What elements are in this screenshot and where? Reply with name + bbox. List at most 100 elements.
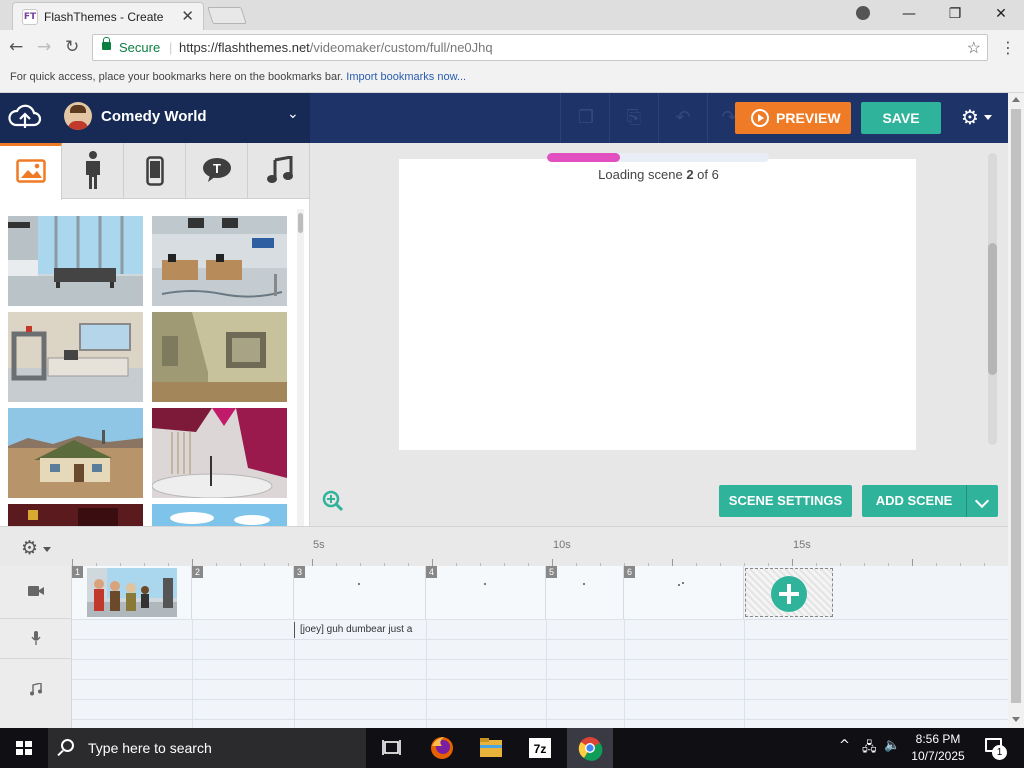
windows-start-icon[interactable]	[16, 741, 32, 755]
add-scene-button[interactable]: ADD SCENE	[862, 485, 966, 517]
url-path: /videomaker/custom/full/ne0Jhq	[309, 40, 493, 55]
task-view-icon[interactable]	[378, 734, 406, 762]
chevron-down-icon[interactable]: ⌄	[287, 106, 299, 122]
timeline-settings-chevron-icon[interactable]	[43, 547, 51, 552]
timeline-scene[interactable]: 5	[546, 566, 624, 619]
settings-gear-icon[interactable]: ⚙	[961, 105, 979, 129]
background-thumbnail[interactable]	[8, 408, 143, 498]
track-divider	[72, 639, 1008, 640]
tab-props[interactable]	[124, 143, 186, 199]
loading-middle: of	[693, 167, 712, 182]
copy-icon[interactable]: ❐	[575, 108, 597, 128]
scene-settings-button[interactable]: SCENE SETTINGS	[719, 485, 852, 517]
timeline-tracks: 1 2 3 4 5 6 [joey] guh dumbear just a	[72, 566, 1008, 728]
reload-icon[interactable]: ↻	[65, 37, 79, 57]
import-bookmarks-link[interactable]: Import bookmarks now...	[346, 71, 466, 83]
forward-arrow-icon[interactable]: →	[37, 37, 51, 57]
taskbar-search-box[interactable]: Type here to search	[48, 728, 366, 768]
timeline-scene[interactable]: 4	[426, 566, 546, 619]
background-thumbnail[interactable]	[8, 216, 143, 306]
timeline-scene[interactable]: 3	[294, 566, 426, 619]
scene-divider	[192, 619, 193, 728]
window-close-icon[interactable]: ✕	[978, 0, 1024, 28]
address-bar[interactable]: Secure | https://flashthemes.net/videoma…	[92, 34, 988, 61]
windows-taskbar: Type here to search 7z ^ 🖧 🔈 8:56 PM 10/…	[0, 728, 1024, 768]
new-tab-button[interactable]	[207, 7, 247, 24]
theme-avatar[interactable]	[64, 102, 92, 130]
tray-chevron-up-icon[interactable]: ^	[839, 738, 850, 753]
background-thumbnail[interactable]	[152, 216, 287, 306]
track-divider	[72, 679, 1008, 680]
minimize-icon[interactable]: —	[886, 0, 932, 28]
bookmarks-bar: For quick access, place your bookmarks h…	[0, 66, 1024, 93]
stage-scroll-thumb[interactable]	[988, 243, 997, 375]
browser-menu-icon[interactable]: ⋮	[1000, 38, 1016, 57]
timeline-scene[interactable]: 2	[192, 566, 294, 619]
background-thumbnail[interactable]	[152, 408, 287, 498]
url-text[interactable]: https://flashthemes.net/videomaker/custo…	[179, 40, 493, 55]
page-scroll-thumb[interactable]	[1011, 109, 1021, 703]
background-thumbnail[interactable]	[152, 504, 287, 526]
timeline-scene[interactable]: 1	[72, 566, 192, 619]
browser-tab-strip: FT FlashThemes - Create ✕ — ❐ ✕	[0, 0, 1024, 30]
music-note-icon	[267, 156, 293, 183]
preview-button[interactable]: PREVIEW	[735, 102, 851, 134]
stage-scrollbar[interactable]	[988, 153, 997, 445]
current-scene-number: 2	[686, 167, 694, 182]
timeline-settings-gear-icon[interactable]: ⚙	[21, 537, 38, 559]
undo-icon[interactable]: ↶	[672, 108, 694, 128]
background-thumbnail[interactable]	[152, 312, 287, 402]
tab-characters[interactable]	[62, 143, 124, 199]
zoom-in-icon[interactable]	[322, 490, 344, 512]
tab-backgrounds[interactable]	[0, 143, 62, 200]
save-button[interactable]: SAVE	[861, 102, 941, 134]
asset-scroll-thumb[interactable]	[298, 213, 303, 233]
background-thumbnail[interactable]	[8, 312, 143, 402]
browser-toolbar: ← → ↻ Secure | https://flashthemes.net/v…	[0, 30, 1024, 66]
scene-number: 2	[192, 566, 203, 578]
volume-muted-icon[interactable]: 🔈	[884, 738, 900, 753]
paste-icon[interactable]: ⎘	[623, 108, 645, 128]
network-icon[interactable]: 🖧	[862, 738, 877, 760]
profile-icon[interactable]	[856, 6, 870, 20]
timeline-scene[interactable]: 6	[624, 566, 744, 619]
clock-time: 8:56 PM	[915, 732, 961, 746]
theme-name[interactable]: Comedy World	[101, 108, 207, 125]
maximize-icon[interactable]: ❐	[932, 0, 978, 28]
page-scrollbar[interactable]	[1008, 93, 1024, 728]
scene-canvas[interactable]	[399, 159, 916, 450]
toolbar-divider	[560, 93, 561, 143]
background-thumbnail[interactable]	[8, 504, 143, 526]
add-scene-slot[interactable]	[745, 568, 833, 617]
back-arrow-icon[interactable]: ←	[9, 37, 23, 57]
time-ruler[interactable]	[72, 553, 1009, 567]
7zip-icon[interactable]: 7z	[526, 734, 554, 762]
bookmark-star-icon[interactable]: ☆	[967, 38, 981, 58]
scene-number: 3	[294, 566, 305, 578]
scroll-up-arrow-icon[interactable]	[1012, 97, 1020, 102]
cloud-upload-icon[interactable]	[8, 103, 42, 131]
plus-circle-icon	[771, 576, 807, 612]
scroll-down-arrow-icon[interactable]	[1012, 717, 1020, 722]
tab-sounds[interactable]	[248, 143, 310, 199]
settings-chevron-icon[interactable]	[984, 115, 992, 120]
taskbar-clock[interactable]: 8:56 PM 10/7/2025	[906, 731, 970, 765]
chrome-icon[interactable]	[576, 734, 604, 762]
flashthemes-favicon-icon: FT	[22, 9, 38, 25]
search-icon	[61, 739, 74, 752]
file-explorer-icon[interactable]	[477, 734, 505, 762]
voice-clip[interactable]: [joey] guh dumbear just a	[294, 622, 412, 638]
browser-tab[interactable]: FT FlashThemes - Create ✕	[12, 2, 204, 30]
loading-status: Loading scene 2 of 6	[310, 167, 1007, 182]
track-divider	[72, 719, 1008, 720]
app-header: Comedy World ⌄ ❐ ⎘ ↶ ↷ PREVIEW SAVE ⚙	[0, 93, 1008, 143]
asset-scrollbar[interactable]	[297, 209, 304, 526]
tab-text[interactable]: T	[186, 143, 248, 199]
tab-close-icon[interactable]: ✕	[181, 7, 194, 25]
scene-divider	[546, 619, 547, 728]
camera-icon	[28, 586, 44, 596]
firefox-icon[interactable]	[428, 734, 456, 762]
add-scene-dropdown-chevron-icon[interactable]	[966, 485, 998, 517]
background-thumbnails	[0, 199, 296, 526]
speech-bubble-icon: T	[203, 158, 231, 182]
